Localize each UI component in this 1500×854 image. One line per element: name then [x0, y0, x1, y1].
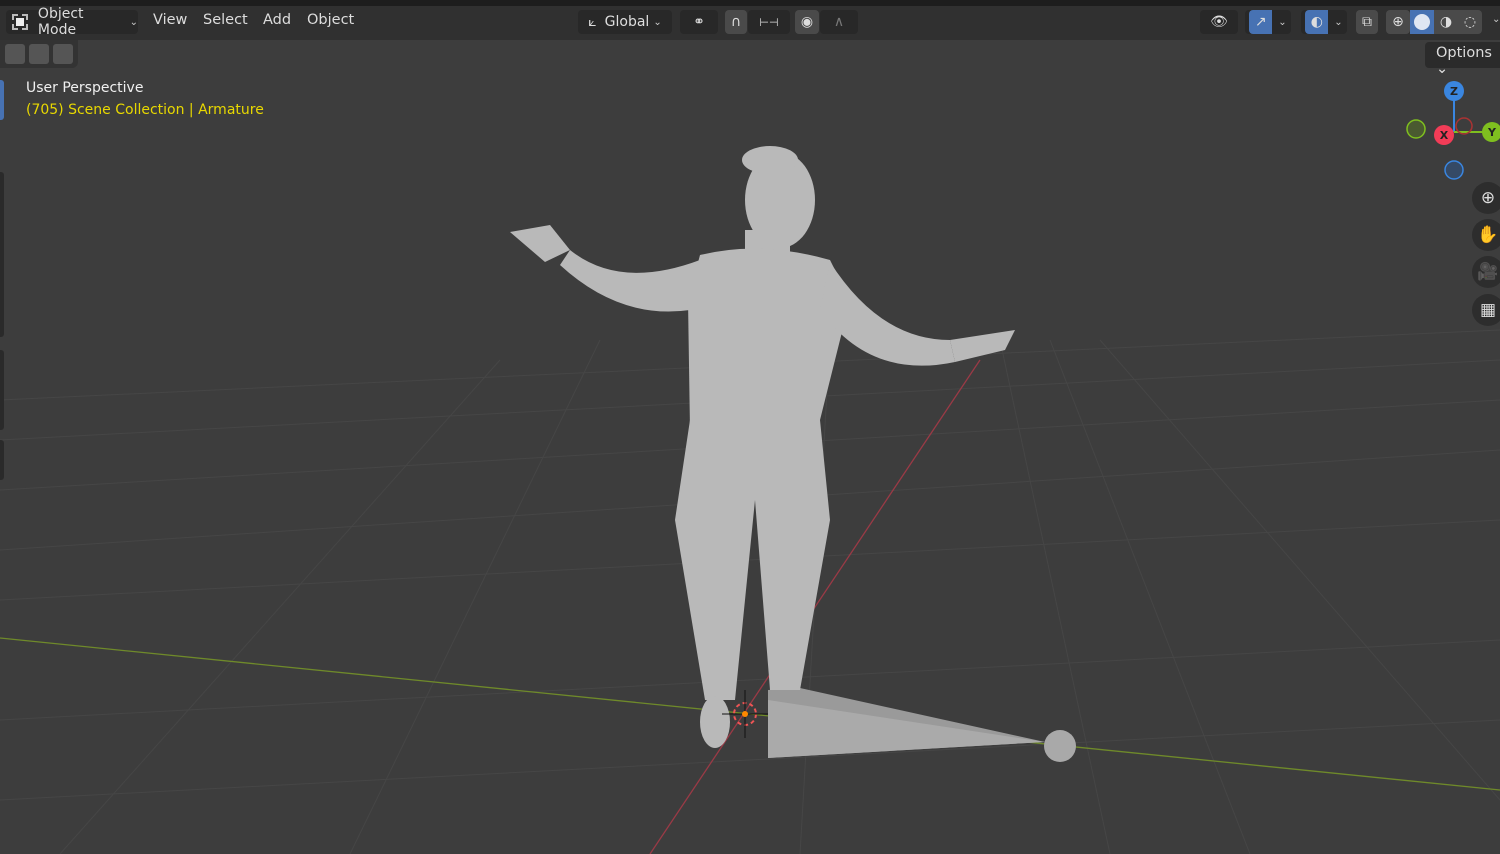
- shading-rendered[interactable]: ◌: [1458, 10, 1482, 34]
- pivot-icon: ⚭: [693, 14, 705, 30]
- gizmo-x-axis[interactable]: X: [1434, 125, 1454, 145]
- gizmo-icon: ↗: [1249, 10, 1273, 34]
- toolbar-tab[interactable]: [0, 350, 4, 430]
- toolbar-tab[interactable]: [0, 172, 4, 337]
- select-subtract-button[interactable]: [53, 44, 73, 64]
- character-mesh: [510, 146, 1015, 748]
- xray-toggle[interactable]: ⧉: [1356, 10, 1378, 34]
- menu-object[interactable]: Object: [307, 12, 354, 28]
- zoom-magnifier-icon: ⊕: [1480, 188, 1496, 208]
- menu-select[interactable]: Select: [203, 12, 248, 28]
- visibility-dropdown[interactable]: 👁: [1200, 10, 1238, 34]
- shading-wireframe[interactable]: ⊕: [1386, 10, 1410, 34]
- wireframe-icon: ⊕: [1392, 14, 1404, 30]
- overlays-toggle[interactable]: ◐ ⌄: [1301, 10, 1347, 34]
- magnet-icon: ∩: [730, 14, 742, 30]
- select-new-button[interactable]: [5, 44, 25, 64]
- gizmo-y-axis[interactable]: Y: [1482, 122, 1500, 142]
- snap-increment-icon: ⊢⊣: [759, 15, 779, 29]
- zoom-button[interactable]: ⊕: [1472, 182, 1500, 214]
- toolbar-tab-active[interactable]: [0, 80, 4, 120]
- select-mode-toolbar: [0, 40, 78, 68]
- shading-material[interactable]: ◑: [1434, 10, 1458, 34]
- gizmo-z-axis[interactable]: Z: [1444, 81, 1464, 101]
- proportional-icon: ◉: [800, 14, 814, 30]
- menu-add[interactable]: Add: [263, 12, 291, 28]
- shading-solid[interactable]: [1410, 10, 1434, 34]
- shading-options-chevron[interactable]: ⌄: [1492, 14, 1500, 25]
- options-label: Options: [1436, 45, 1492, 61]
- snap-target-dropdown[interactable]: ⊢⊣: [748, 10, 790, 34]
- perspective-toggle-button[interactable]: ▦: [1472, 294, 1500, 326]
- view-name: User Perspective: [26, 80, 144, 96]
- pivot-point-dropdown[interactable]: ⚭: [680, 10, 718, 34]
- overlays-icon: ◐: [1305, 10, 1329, 34]
- chevron-down-icon: ⌄: [1334, 16, 1343, 28]
- pan-button[interactable]: ✋: [1472, 219, 1500, 251]
- gizmo-toggle[interactable]: ↗ ⌄: [1245, 10, 1291, 34]
- camera-view-button[interactable]: 🎥: [1472, 256, 1500, 288]
- mode-label: Object Mode: [37, 6, 84, 38]
- proportional-edit-toggle[interactable]: ◉: [795, 10, 819, 34]
- material-sphere-icon: ◑: [1439, 14, 1453, 30]
- solid-sphere-icon: [1414, 14, 1430, 30]
- toolbar-tab[interactable]: [0, 440, 4, 480]
- mode-selector[interactable]: Object Mode ⌄: [6, 6, 138, 38]
- grid-perspective-icon: ▦: [1479, 300, 1497, 320]
- orientation-axes-icon: ⟀: [588, 14, 597, 30]
- eye-icon: 👁: [1210, 14, 1228, 30]
- snap-toggle[interactable]: ∩: [725, 10, 747, 34]
- select-extend-button[interactable]: [29, 44, 49, 64]
- chevron-down-icon: ⌄: [129, 16, 138, 28]
- falloff-dropdown[interactable]: ∧: [820, 10, 858, 34]
- collection-info: (705) Scene Collection | Armature: [26, 102, 264, 118]
- xray-icon: ⧉: [1362, 14, 1372, 30]
- scene-canvas: [0, 146, 1500, 854]
- falloff-curve-icon: ∧: [833, 14, 845, 30]
- 3d-viewport[interactable]: [0, 40, 1500, 854]
- rendered-sphere-icon: ◌: [1463, 14, 1477, 30]
- menu-view[interactable]: View: [153, 12, 187, 28]
- transform-orientation-dropdown[interactable]: ⟀ Global ⌄: [578, 10, 672, 34]
- options-dropdown[interactable]: Options ⌄: [1425, 42, 1500, 77]
- chevron-down-icon: ⌄: [1278, 16, 1287, 28]
- camera-icon: 🎥: [1477, 262, 1499, 282]
- orientation-label: Global: [604, 14, 650, 30]
- chevron-down-icon: ⌄: [653, 16, 662, 28]
- object-mode-icon: [12, 14, 28, 30]
- hand-icon: ✋: [1477, 225, 1499, 245]
